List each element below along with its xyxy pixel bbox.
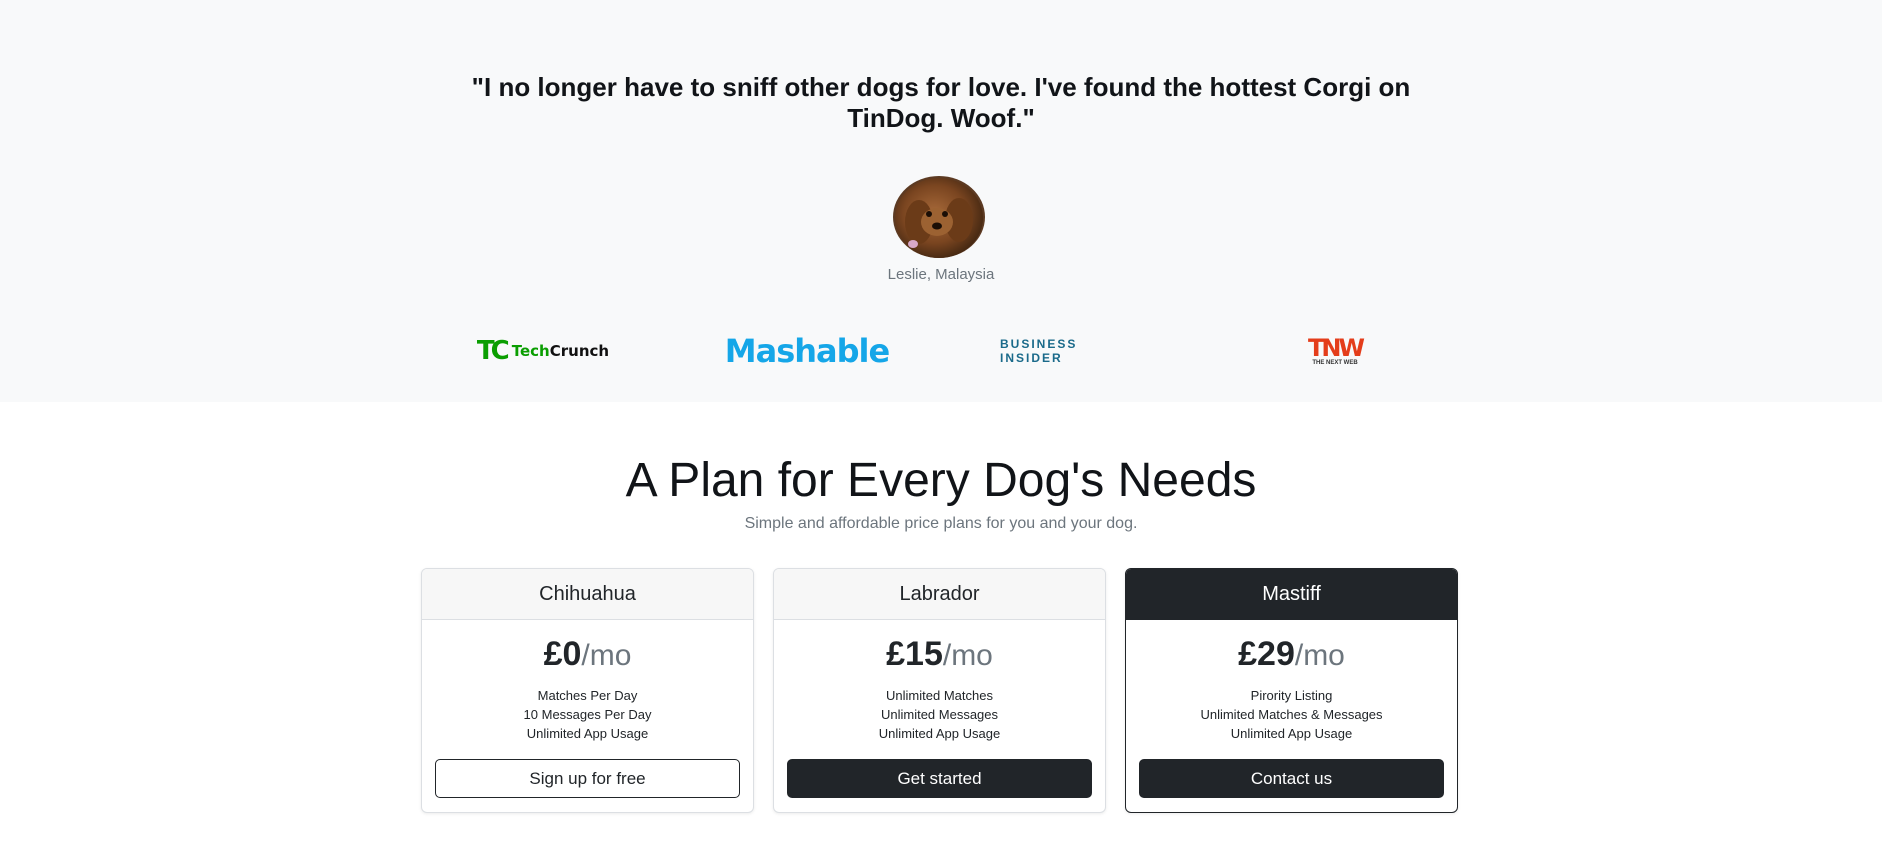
get-started-button[interactable]: Get started: [787, 759, 1092, 798]
price-amount: £29: [1238, 635, 1295, 673]
feature-item: Unlimited Matches & Messages: [1200, 707, 1383, 722]
plan-features: Unlimited Matches Unlimited Messages Unl…: [774, 686, 1105, 743]
pricing-card-labrador: Labrador £15/mo Unlimited Matches Unlimi…: [773, 568, 1106, 813]
pricing-card-mastiff: Mastiff £29/mo Pirority Listing Unlimite…: [1125, 568, 1458, 813]
sign-up-free-button[interactable]: Sign up for free: [435, 759, 740, 798]
plan-name: Labrador: [774, 569, 1105, 620]
price-period: /mo: [942, 639, 993, 672]
pricing-title: A Plan for Every Dog's Needs: [625, 454, 1257, 507]
pricing-card-chihuahua: Chihuahua £0/mo Matches Per Day 10 Messa…: [421, 568, 754, 813]
techcrunch-wordmark: TechCrunch: [511, 342, 610, 360]
price-period: /mo: [581, 639, 632, 672]
plan-price: £0/mo: [422, 634, 753, 676]
feature-item: Unlimited Matches: [886, 688, 993, 703]
business-insider-logo: BUSINESS INSIDER: [1000, 337, 1078, 365]
testimonial-author: Leslie, Malaysia: [887, 266, 995, 283]
plan-price: £29/mo: [1126, 634, 1457, 676]
plan-name: Mastiff: [1126, 569, 1457, 620]
plan-name: Chihuahua: [422, 569, 753, 620]
techcrunch-mark: TC: [476, 336, 510, 366]
plan-features: Matches Per Day 10 Messages Per Day Unli…: [422, 686, 753, 743]
feature-item: Unlimited Messages: [880, 707, 999, 722]
feature-item: 10 Messages Per Day: [523, 707, 652, 722]
pricing-subtitle: Simple and affordable price plans for yo…: [744, 515, 1138, 532]
feature-item: Pirority Listing: [1250, 688, 1333, 703]
tnw-mark: TNW: [1308, 334, 1365, 362]
feature-item: Matches Per Day: [537, 688, 638, 703]
plan-price: £15/mo: [774, 634, 1105, 676]
techcrunch-logo: TC TechCrunch: [476, 334, 610, 368]
feature-item: Unlimited App Usage: [878, 726, 1001, 741]
avatar: [893, 176, 985, 258]
dog-profile-image: [893, 176, 985, 258]
mashable-logo: Mashable: [724, 332, 890, 370]
testimonial-quote: "I no longer have to sniff other dogs fo…: [471, 72, 1411, 133]
tnw-subtitle: THE NEXT WEB: [1312, 360, 1358, 366]
plan-features: Pirority Listing Unlimited Matches & Mes…: [1126, 686, 1457, 743]
tnw-logo: TNW THE NEXT WEB: [1300, 334, 1370, 368]
price-amount: £0: [543, 635, 582, 673]
feature-item: Unlimited App Usage: [1230, 726, 1353, 741]
price-amount: £15: [886, 635, 943, 673]
price-period: /mo: [1294, 639, 1345, 672]
contact-us-button[interactable]: Contact us: [1139, 759, 1444, 798]
feature-item: Unlimited App Usage: [526, 726, 649, 741]
testimonials-section: "I no longer have to sniff other dogs fo…: [0, 0, 1882, 402]
